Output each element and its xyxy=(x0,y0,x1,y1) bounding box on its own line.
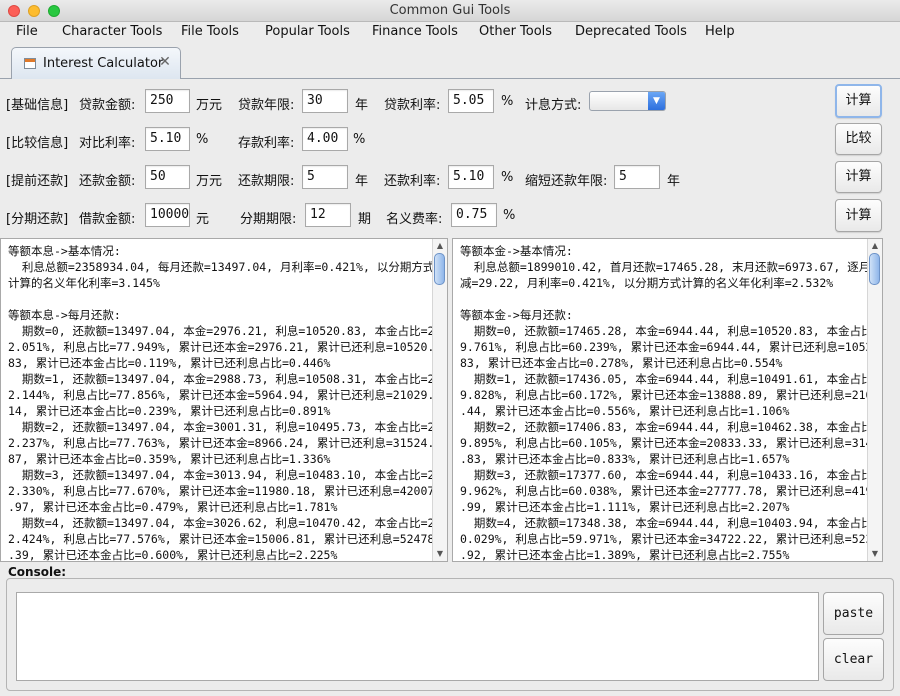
prepay-rate-field[interactable]: 5.10 xyxy=(448,165,494,189)
nominal-fee-unit: % xyxy=(503,208,516,223)
deposit-rate-unit: % xyxy=(353,132,366,147)
prepay-period-label: 还款期限: xyxy=(238,174,295,189)
loan-amount-label: 贷款金额: xyxy=(79,98,136,113)
compare-rate-field[interactable]: 5.10 xyxy=(145,127,190,151)
installment-period-unit: 期 xyxy=(358,212,372,227)
equal-principal-result-pane[interactable]: 等额本金->基本情况: 利息总额=1899010.42, 首月还款=17465.… xyxy=(452,238,883,562)
menu-file-tools[interactable]: File Tools xyxy=(181,24,239,39)
borrow-amount-label: 借款金额: xyxy=(79,212,136,227)
menu-file[interactable]: File xyxy=(16,24,38,39)
tab-strip: Interest Calculator ✕ xyxy=(0,43,900,79)
menu-popular-tools[interactable]: Popular Tools xyxy=(265,24,350,39)
section-prepay-label: [提前还款] xyxy=(6,174,69,189)
scroll-up-icon[interactable]: ▲ xyxy=(433,239,447,253)
scroll-up-icon[interactable]: ▲ xyxy=(868,239,882,253)
prepay-period-unit: 年 xyxy=(355,174,369,189)
shorten-years-field[interactable]: 5 xyxy=(614,165,660,189)
scroll-thumb[interactable] xyxy=(869,253,880,285)
equal-installment-result-pane[interactable]: 等额本息->基本情况: 利息总额=2358934.04, 每月还款=13497.… xyxy=(0,238,448,562)
nominal-fee-field[interactable]: 0.75 xyxy=(451,203,497,227)
prepay-amount-unit: 万元 xyxy=(196,174,223,189)
loan-rate-label: 贷款利率: xyxy=(384,98,441,113)
console-textarea[interactable] xyxy=(16,592,819,681)
calendar-icon xyxy=(24,58,36,69)
close-tab-icon[interactable]: ✕ xyxy=(158,55,172,69)
section-installment-label: [分期还款] xyxy=(6,212,69,227)
title-bar: Common Gui Tools xyxy=(0,0,900,22)
deposit-rate-label: 存款利率: xyxy=(238,136,295,151)
console-label: Console: xyxy=(8,565,67,579)
loan-years-label: 贷款年限: xyxy=(238,98,295,113)
nominal-fee-label: 名义费率: xyxy=(386,212,443,227)
loan-rate-field[interactable]: 5.05 xyxy=(448,89,494,113)
dropdown-arrow-icon: ▼ xyxy=(648,92,665,110)
installment-period-label: 分期期限: xyxy=(240,212,297,227)
calculate-prepay-button[interactable]: 计算 xyxy=(835,161,882,193)
right-scrollbar[interactable]: ▲ ▼ xyxy=(867,239,882,561)
prepay-rate-unit: % xyxy=(501,170,514,185)
borrow-amount-field[interactable]: 10000 xyxy=(145,203,190,227)
loan-years-unit: 年 xyxy=(355,98,369,113)
section-compare-label: [比较信息] xyxy=(6,136,69,151)
method-label: 计息方式: xyxy=(525,98,582,113)
deposit-rate-field[interactable]: 4.00 xyxy=(302,127,348,151)
menu-bar: File Character Tools File Tools Popular … xyxy=(0,22,900,42)
prepay-period-field[interactable]: 5 xyxy=(302,165,348,189)
compare-button[interactable]: 比较 xyxy=(835,123,882,155)
borrow-amount-unit: 元 xyxy=(196,212,210,227)
window-title: Common Gui Tools xyxy=(389,3,511,18)
prepay-amount-field[interactable]: 50 xyxy=(145,165,190,189)
loan-amount-field[interactable]: 250 xyxy=(145,89,190,113)
compare-rate-label: 对比利率: xyxy=(79,136,136,151)
installment-period-field[interactable]: 12 xyxy=(305,203,351,227)
menu-finance-tools[interactable]: Finance Tools xyxy=(372,24,458,39)
menu-help[interactable]: Help xyxy=(705,24,735,39)
shorten-years-unit: 年 xyxy=(667,174,681,189)
prepay-amount-label: 还款金额: xyxy=(79,174,136,189)
scroll-down-icon[interactable]: ▼ xyxy=(433,547,447,561)
calculate-installment-button[interactable]: 计算 xyxy=(835,199,882,232)
scroll-thumb[interactable] xyxy=(434,253,445,285)
shorten-years-label: 缩短还款年限: xyxy=(525,174,608,189)
menu-deprecated-tools[interactable]: Deprecated Tools xyxy=(575,24,687,39)
tab-interest-calculator[interactable]: Interest Calculator ✕ xyxy=(11,47,181,79)
compare-rate-unit: % xyxy=(196,132,209,147)
equal-installment-result-text: 等额本息->基本情况: 利息总额=2358934.04, 每月还款=13497.… xyxy=(8,244,435,562)
menu-other-tools[interactable]: Other Tools xyxy=(479,24,552,39)
left-scrollbar[interactable]: ▲ ▼ xyxy=(432,239,447,561)
paste-button[interactable]: paste xyxy=(823,592,884,635)
section-basic-label: [基础信息] xyxy=(6,98,69,113)
prepay-rate-label: 还款利率: xyxy=(384,174,441,189)
clear-button[interactable]: clear xyxy=(823,638,884,681)
scroll-down-icon[interactable]: ▼ xyxy=(868,547,882,561)
loan-years-field[interactable]: 30 xyxy=(302,89,348,113)
calculate-basic-button[interactable]: 计算 xyxy=(835,84,882,118)
method-select[interactable]: ▼ xyxy=(589,91,666,111)
loan-amount-unit: 万元 xyxy=(196,98,223,113)
menu-character-tools[interactable]: Character Tools xyxy=(62,24,162,39)
loan-rate-unit: % xyxy=(501,94,514,109)
equal-principal-result-text: 等额本金->基本情况: 利息总额=1899010.42, 首月还款=17465.… xyxy=(460,244,883,562)
tab-label: Interest Calculator xyxy=(43,56,164,71)
